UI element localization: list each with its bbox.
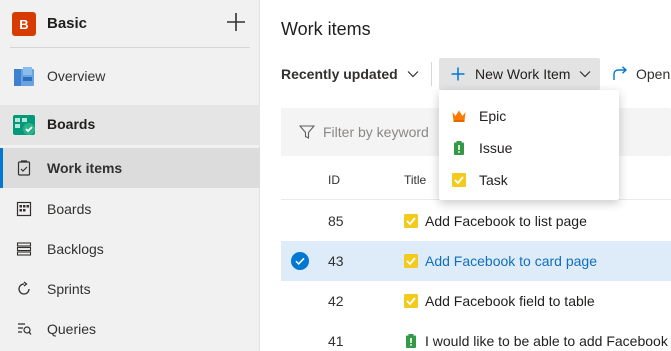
check-box-icon <box>452 173 466 187</box>
sidebar-item-label: Boards <box>47 116 96 132</box>
work-items-icon <box>17 160 31 176</box>
project-badge: B <box>12 12 36 36</box>
page-title: Work items <box>281 19 371 39</box>
sidebar-item-sprints[interactable]: Sprints <box>0 269 260 309</box>
view-selector[interactable]: Recently updated <box>281 58 419 90</box>
table-row[interactable]: 41 I would like to be able to add Facebo… <box>281 321 671 351</box>
overview-icon <box>14 67 34 86</box>
left-navigation: B Basic Overview Boards Work items Board… <box>0 0 260 351</box>
issue-icon <box>406 334 416 348</box>
column-header-id[interactable]: ID <box>328 173 340 187</box>
sidebar-divider <box>10 47 250 48</box>
sidebar-item-overview[interactable]: Overview <box>0 57 260 97</box>
sidebar-item-work-items[interactable]: Work items <box>0 148 260 188</box>
new-work-item-button[interactable]: New Work Item <box>439 58 600 90</box>
filter-placeholder: Filter by keyword <box>323 124 429 140</box>
view-selector-label: Recently updated <box>281 66 398 82</box>
column-header-title[interactable]: Title <box>404 173 426 187</box>
project-header: B Basic <box>0 0 260 48</box>
work-item-title[interactable]: I would like to be able to add Facebook <box>425 333 668 349</box>
sidebar-item-label: Boards <box>47 201 92 217</box>
crown-icon <box>452 110 466 122</box>
work-item-id: 41 <box>328 333 344 349</box>
menu-item-epic[interactable]: Epic <box>439 100 619 132</box>
toolbar-separator <box>431 62 432 86</box>
task-icon <box>404 294 418 308</box>
sidebar-item-backlogs[interactable]: Backlogs <box>0 229 260 269</box>
table-row[interactable]: 42 Add Facebook field to table <box>281 281 671 321</box>
menu-item-label: Task <box>479 172 508 188</box>
work-item-id: 85 <box>328 213 344 229</box>
chevron-down-icon <box>580 71 591 78</box>
menu-item-task[interactable]: Task <box>439 164 619 196</box>
work-item-title[interactable]: Add Facebook to card page <box>425 253 597 269</box>
filter-icon <box>299 125 315 139</box>
clipboard-icon <box>454 141 464 155</box>
boards-hub-icon <box>13 115 35 135</box>
open-arrow-icon <box>613 66 628 80</box>
table-row[interactable]: 85 Add Facebook to list page <box>281 201 671 241</box>
selection-indicator <box>0 148 3 188</box>
sidebar-item-label: Queries <box>47 321 97 337</box>
project-name[interactable]: Basic <box>47 15 87 32</box>
sprint-cycle-icon <box>18 281 30 295</box>
sidebar-item-label: Work items <box>47 160 123 176</box>
table-row[interactable]: 43 Add Facebook to card page <box>281 241 671 281</box>
sidebar-item-boards[interactable]: Boards <box>0 189 260 229</box>
open-button-label: Open <box>636 66 671 82</box>
kanban-board-icon <box>16 201 32 217</box>
menu-item-label: Issue <box>479 140 513 156</box>
menu-item-issue[interactable]: Issue <box>439 132 619 164</box>
sidebar-item-queries[interactable]: Queries <box>0 309 260 349</box>
work-item-id: 42 <box>328 293 344 309</box>
task-icon <box>404 254 418 268</box>
chevron-down-icon <box>407 71 419 78</box>
new-work-item-label: New Work Item <box>475 66 571 82</box>
menu-item-label: Epic <box>479 108 507 124</box>
task-icon <box>404 214 418 228</box>
sidebar-item-label: Overview <box>47 68 106 84</box>
work-item-title[interactable]: Add Facebook to list page <box>425 213 587 229</box>
work-item-id: 43 <box>328 253 344 269</box>
open-in-queries-button[interactable]: Open <box>612 58 670 90</box>
work-item-title[interactable]: Add Facebook field to table <box>425 293 595 309</box>
sidebar-item-label: Sprints <box>47 281 91 297</box>
sidebar-item-label: Backlogs <box>47 241 104 257</box>
sidebar-item-boards-group[interactable]: Boards <box>0 105 260 145</box>
row-selected-check-icon[interactable] <box>291 252 309 270</box>
backlog-icon <box>16 242 32 256</box>
plus-icon <box>451 67 465 81</box>
add-icon[interactable] <box>224 10 248 34</box>
queries-icon <box>18 323 32 335</box>
new-work-item-menu: Epic Issue Task <box>439 90 619 200</box>
